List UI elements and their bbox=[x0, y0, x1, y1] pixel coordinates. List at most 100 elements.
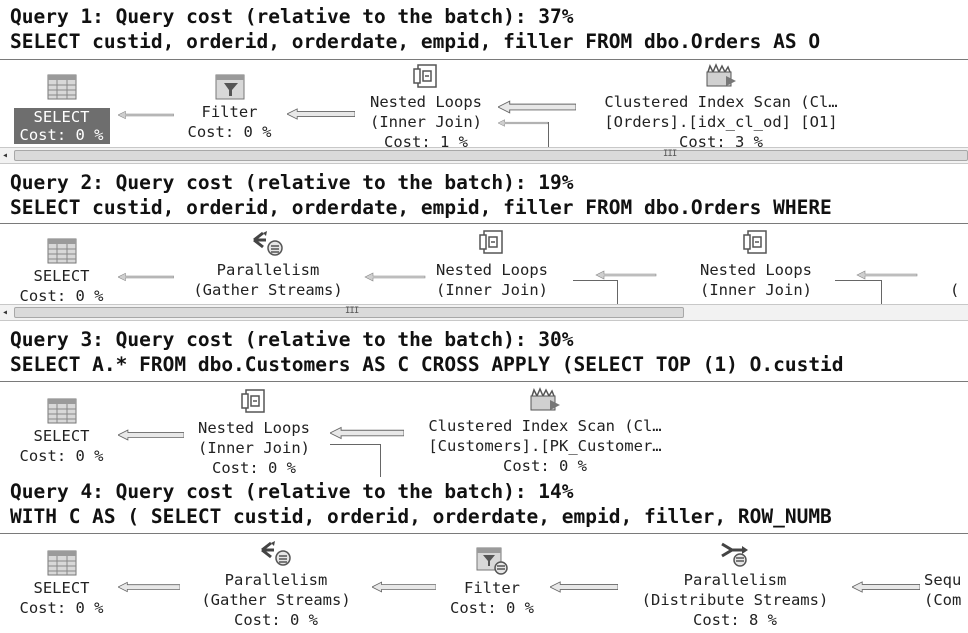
node-label: SELECT bbox=[33, 267, 90, 285]
node-cost: Cost: 3 % bbox=[679, 133, 763, 147]
clustered-index-scan-icon bbox=[528, 386, 562, 414]
node-label: Filter bbox=[201, 103, 258, 121]
query-3-sql-text: SELECT A.* FROM dbo.Customers AS C CROSS… bbox=[10, 353, 844, 376]
node-cost: Cost: 0 % bbox=[450, 599, 534, 617]
connector-line bbox=[330, 444, 380, 445]
plan-node-clustered-index-scan[interactable]: Clustered Index Scan (Cl… [Customers].[P… bbox=[400, 386, 690, 476]
plan-node-nested-loops[interactable]: Nested Loops (Inner Join) Cost: 1 % bbox=[354, 64, 498, 147]
select-icon bbox=[47, 238, 77, 264]
select-icon bbox=[47, 550, 77, 576]
clustered-index-scan-icon bbox=[704, 62, 738, 90]
node-label: Nested Loops bbox=[370, 93, 482, 111]
query-2-sql-text: SELECT custid, orderid, orderdate, empid… bbox=[10, 196, 832, 219]
node-sublabel: (Distribute Streams) bbox=[641, 591, 829, 609]
node-label: Parallelism bbox=[216, 261, 320, 279]
query-3-header: Query 3: Query cost (relative to the bat… bbox=[0, 327, 968, 377]
query-1-plan[interactable]: SELECT Cost: 0 % Filter Cost: 0 % Nested… bbox=[0, 60, 968, 147]
scrollbar-grip: III bbox=[663, 149, 677, 159]
node-cost: Cost: 1 % bbox=[384, 133, 468, 147]
connector-line bbox=[573, 280, 618, 281]
query-2-plan[interactable]: SELECT Cost: 0 % Parallelism (Gather Str… bbox=[0, 224, 968, 304]
query-3-cost-label: Query 3: Query cost (relative to the bat… bbox=[10, 328, 574, 351]
node-label: Filter bbox=[464, 579, 520, 597]
query-1-cost-label: Query 1: Query cost (relative to the bat… bbox=[10, 5, 574, 28]
query-2-cost-label: Query 2: Query cost (relative to the bat… bbox=[10, 171, 574, 194]
plan-node-nested-loops[interactable]: Nested Loops (Inner Join) bbox=[420, 228, 564, 300]
query-1-horizontal-scrollbar[interactable]: ◂ III bbox=[0, 147, 968, 164]
scrollbar-grip: III bbox=[345, 306, 359, 316]
arrow-connector bbox=[827, 270, 947, 280]
query-3-plan[interactable]: SELECT Cost: 0 % Nested Loops (Inner Joi… bbox=[0, 382, 968, 477]
node-label: SELECT bbox=[33, 108, 90, 126]
select-icon bbox=[47, 398, 77, 424]
plan-node-parallelism-distribute[interactable]: Parallelism (Distribute Streams) Cost: 8… bbox=[618, 538, 852, 630]
node-label: Clustered Index Scan (Cl… bbox=[428, 417, 662, 435]
query-1-header: Query 1: Query cost (relative to the bat… bbox=[0, 4, 968, 54]
node-label: Sequ bbox=[924, 571, 962, 589]
plan-node-partial[interactable]: ( bbox=[950, 280, 968, 300]
node-cost: Cost: 0 % bbox=[19, 447, 104, 465]
arrow-connector bbox=[498, 118, 548, 128]
node-label: Parallelism bbox=[683, 571, 787, 589]
node-sublabel: [Customers].[PK_Customer… bbox=[428, 437, 662, 455]
nested-loops-icon bbox=[411, 64, 441, 90]
connector-line bbox=[548, 122, 549, 147]
filter-icon bbox=[215, 74, 245, 100]
node-cost: Cost: 0 % bbox=[234, 611, 318, 629]
connector-line bbox=[881, 280, 882, 304]
plan-node-filter[interactable]: Filter Cost: 0 % bbox=[172, 74, 287, 142]
select-icon bbox=[47, 74, 77, 100]
node-sublabel: (Gather Streams) bbox=[193, 281, 343, 299]
plan-node-nested-loops[interactable]: Nested Loops (Inner Join) Cost: 0 % bbox=[182, 388, 326, 477]
node-sublabel: (Inner Join) bbox=[436, 281, 548, 299]
plan-node-filter[interactable]: Filter Cost: 0 % bbox=[436, 546, 548, 618]
query-4-header: Query 4: Query cost (relative to the bat… bbox=[0, 479, 968, 529]
node-sublabel: (Inner Join) bbox=[700, 281, 812, 299]
arrow-connector bbox=[372, 580, 436, 594]
arrow-connector bbox=[330, 426, 404, 440]
node-cost: Cost: 0 % bbox=[503, 457, 587, 475]
arrow-connector bbox=[364, 272, 426, 282]
plan-node-select[interactable]: SELECT Cost: 0 % bbox=[4, 74, 119, 145]
node-label: SELECT bbox=[33, 579, 90, 597]
node-cost: Cost: 0 % bbox=[19, 126, 104, 144]
arrow-connector bbox=[287, 107, 355, 121]
arrow-connector bbox=[565, 270, 687, 280]
plan-node-select[interactable]: SELECT Cost: 0 % bbox=[4, 238, 119, 304]
arrow-connector bbox=[118, 428, 184, 442]
scroll-left-arrow-icon[interactable]: ◂ bbox=[2, 305, 8, 320]
node-label: Clustered Index Scan (Cl… bbox=[604, 93, 838, 111]
arrow-connector bbox=[852, 580, 920, 594]
connector-line bbox=[617, 280, 618, 304]
query-2-horizontal-scrollbar[interactable]: ◂ III bbox=[0, 304, 968, 321]
plan-node-nested-loops[interactable]: Nested Loops (Inner Join) bbox=[684, 228, 828, 300]
plan-node-parallelism[interactable]: Parallelism (Gather Streams) Cost: 0 % bbox=[178, 538, 374, 630]
arrow-connector bbox=[498, 100, 576, 114]
arrow-connector bbox=[118, 580, 180, 594]
plan-node-parallelism[interactable]: Parallelism (Gather Streams) bbox=[170, 228, 366, 300]
query-4-cost-label: Query 4: Query cost (relative to the bat… bbox=[10, 480, 574, 503]
node-label: Nested Loops bbox=[198, 419, 310, 437]
node-sublabel: (Inner Join) bbox=[370, 113, 482, 131]
nested-loops-icon bbox=[741, 228, 771, 258]
node-label: Parallelism bbox=[224, 571, 328, 589]
node-sublabel: (Inner Join) bbox=[198, 439, 310, 457]
connector-line bbox=[835, 280, 882, 281]
parallelism-distribute-icon bbox=[718, 538, 752, 568]
node-label: ( bbox=[950, 281, 960, 299]
query-4-plan[interactable]: SELECT Cost: 0 % Parallelism (Gather Str… bbox=[0, 534, 968, 633]
scrollbar-thumb[interactable]: III bbox=[14, 306, 684, 318]
plan-node-select[interactable]: SELECT Cost: 0 % bbox=[4, 550, 119, 618]
plan-node-clustered-index-scan[interactable]: Clustered Index Scan (Cl… [Orders].[idx_… bbox=[576, 62, 866, 147]
connector-line bbox=[380, 444, 381, 477]
parallelism-icon bbox=[251, 228, 285, 258]
query-2-header: Query 2: Query cost (relative to the bat… bbox=[0, 170, 968, 220]
scroll-left-arrow-icon[interactable]: ◂ bbox=[2, 148, 8, 163]
arrow-connector bbox=[118, 272, 174, 282]
node-sublabel: [Orders].[idx_cl_od] [O1] bbox=[604, 113, 838, 131]
scrollbar-thumb[interactable]: III bbox=[14, 149, 968, 161]
plan-node-partial[interactable]: Sequ (Com bbox=[924, 570, 968, 610]
node-cost: Cost: 0 % bbox=[187, 123, 272, 141]
arrow-connector bbox=[118, 110, 174, 120]
plan-node-select[interactable]: SELECT Cost: 0 % bbox=[4, 398, 119, 466]
